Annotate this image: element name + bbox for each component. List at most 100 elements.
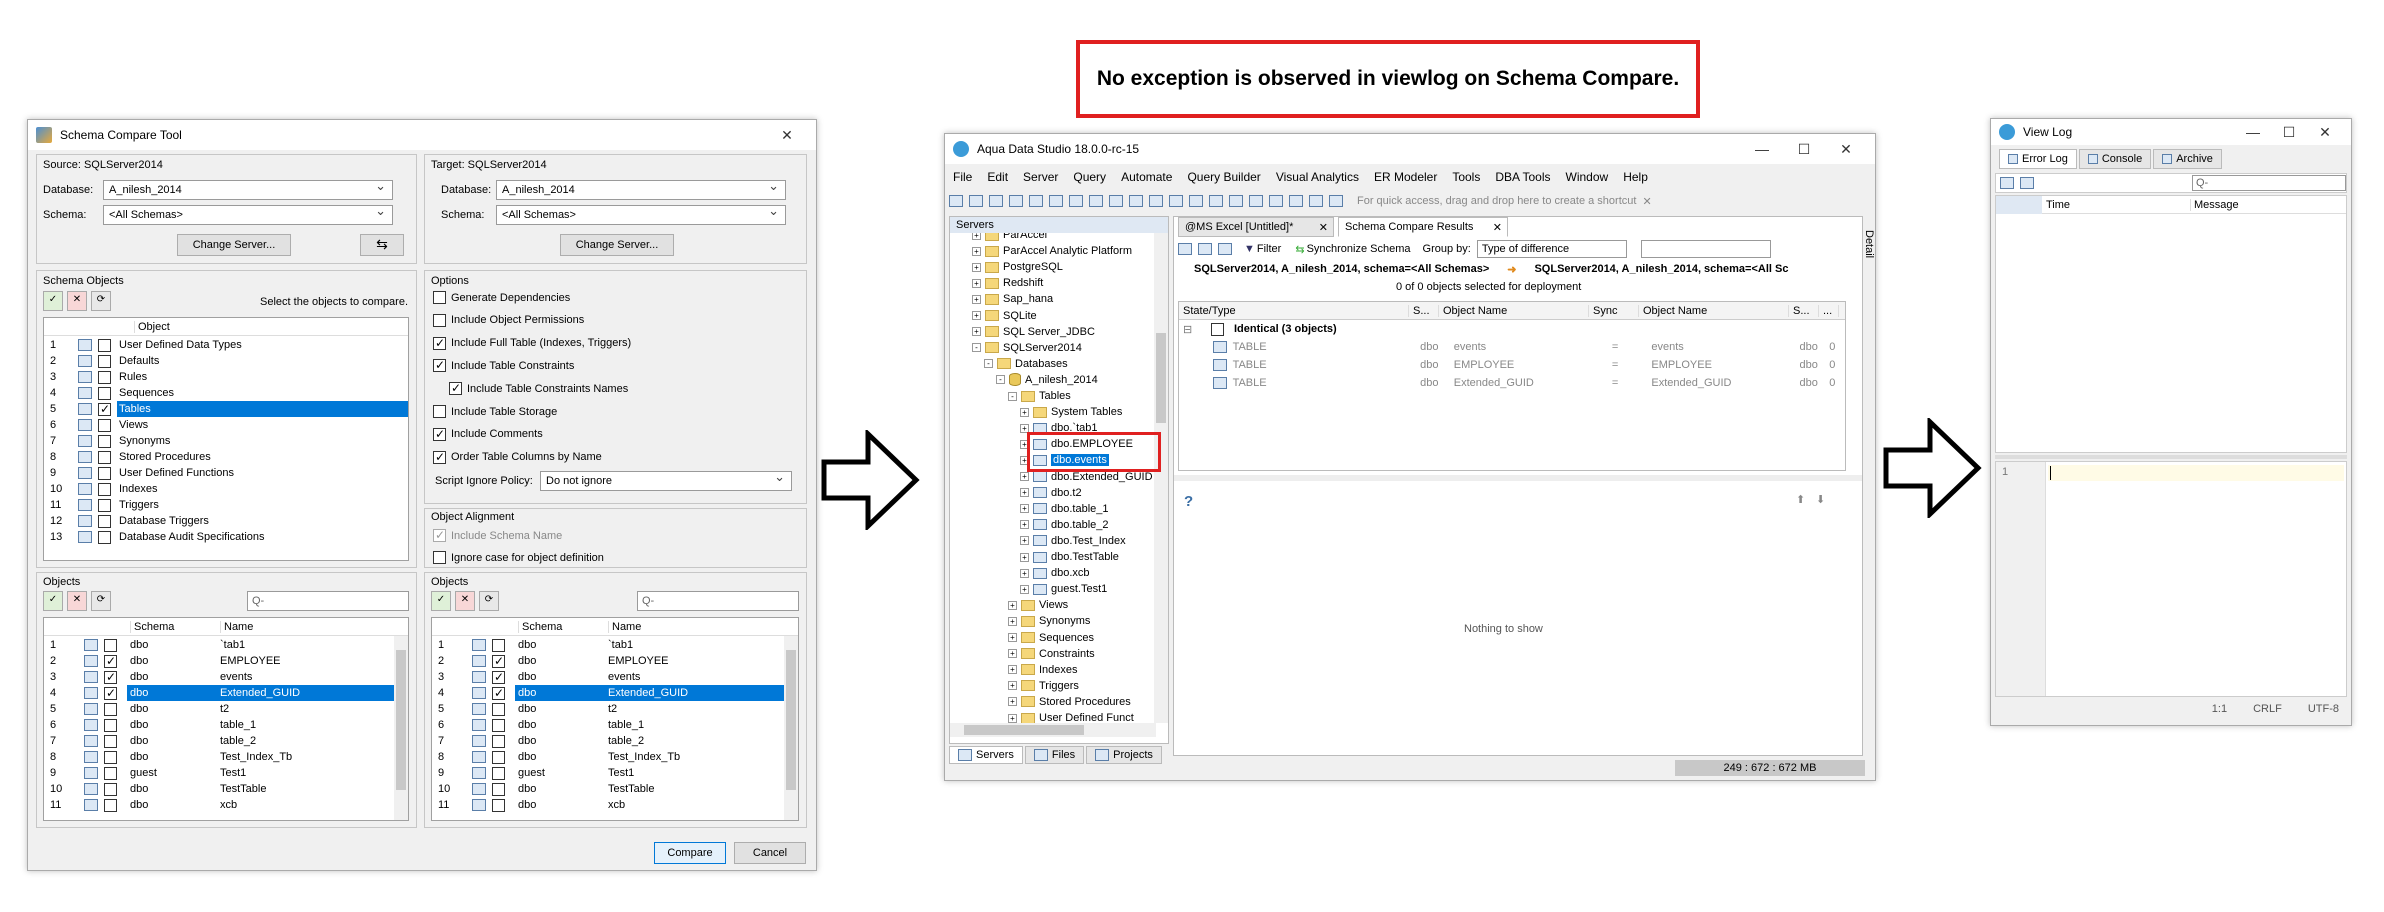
target-db-select[interactable]: A_nilesh_2014 xyxy=(496,180,786,200)
expand-icon[interactable]: + xyxy=(1020,504,1029,514)
expand-icon[interactable]: + xyxy=(1020,407,1029,417)
toolbar-icon[interactable] xyxy=(1189,195,1203,207)
object-checkbox[interactable] xyxy=(104,718,117,732)
src-object-row[interactable]: 11 dbo xcb xyxy=(44,797,394,813)
tgt-object-row[interactable]: 2 dbo EMPLOYEE xyxy=(432,653,784,669)
export-icon[interactable] xyxy=(1218,243,1232,255)
sync-icon[interactable]: ⇆ xyxy=(1295,243,1304,256)
source-change-server-button[interactable]: Change Server... xyxy=(177,234,291,256)
option-item[interactable]: Generate Dependencies xyxy=(433,291,570,304)
option-checkbox[interactable] xyxy=(433,450,446,464)
results-column[interactable]: Object Name xyxy=(1639,304,1789,317)
results-row[interactable]: TABLE dbo Extended_GUID = Extended_GUID dbo 0 xyxy=(1179,375,1845,391)
option-checkbox[interactable] xyxy=(433,358,446,373)
option-checkbox[interactable] xyxy=(433,405,446,418)
collapse-icon[interactable]: - xyxy=(996,375,1005,385)
option-item[interactable]: Order Table Columns by Name xyxy=(433,450,602,464)
tree-node[interactable]: + dbo.table_2 xyxy=(1020,517,1109,533)
doc-tab-close-icon[interactable]: ✕ xyxy=(1493,221,1502,234)
tree-node[interactable]: + Constraints xyxy=(1008,646,1095,662)
tgt-object-row[interactable]: 8 dbo Test_Index_Tb xyxy=(432,749,784,765)
bottom-tab-projects[interactable]: Projects xyxy=(1086,746,1162,764)
object-checkbox[interactable] xyxy=(98,434,111,448)
menu-dba-tools[interactable]: DBA Tools xyxy=(1495,170,1550,184)
object-checkbox[interactable] xyxy=(104,686,117,700)
expand-icon[interactable]: + xyxy=(1020,488,1029,498)
object-checkbox[interactable] xyxy=(492,670,505,684)
deselect-all-icon[interactable]: ✕ xyxy=(67,291,87,311)
object-checkbox[interactable] xyxy=(492,702,505,716)
object-checkbox[interactable] xyxy=(492,654,505,668)
cancel-button[interactable]: Cancel xyxy=(734,842,806,864)
column-message[interactable]: Message xyxy=(2190,198,2239,211)
column-object[interactable]: Object xyxy=(134,320,170,333)
tgt-column-schema[interactable]: Schema xyxy=(518,620,608,633)
filter-icon[interactable]: ▼ xyxy=(1244,243,1255,255)
toolbar-icon[interactable] xyxy=(949,195,963,207)
object-checkbox[interactable] xyxy=(492,782,505,796)
doc-tab-close-icon[interactable]: ✕ xyxy=(1319,221,1328,234)
schema-object-row[interactable]: 9 User Defined Functions xyxy=(44,465,408,481)
option-checkbox[interactable] xyxy=(433,313,446,327)
expand-icon[interactable]: + xyxy=(1008,713,1017,723)
tree-node[interactable]: + dbo.TestTable xyxy=(1020,549,1119,565)
refresh-icon[interactable]: ⟳ xyxy=(91,291,111,311)
menu-automate[interactable]: Automate xyxy=(1121,170,1172,184)
toolbar-icon[interactable] xyxy=(969,195,983,207)
src-scrollbar[interactable] xyxy=(394,636,408,820)
results-column[interactable]: Sync xyxy=(1589,304,1639,317)
option-checkbox[interactable] xyxy=(449,381,462,396)
expand-icon[interactable]: + xyxy=(972,233,981,240)
object-checkbox[interactable] xyxy=(104,638,117,652)
results-row[interactable]: TABLE dbo EMPLOYEE = EMPLOYEE dbo 0 xyxy=(1179,357,1845,373)
tree-node[interactable]: + SQLite xyxy=(972,308,1037,324)
option-item[interactable]: Include Comments xyxy=(433,427,543,441)
toolbar-icon[interactable] xyxy=(1289,195,1303,207)
tree-node[interactable]: + dbo.table_1 xyxy=(1020,501,1109,517)
src-column-schema[interactable]: Schema xyxy=(130,620,220,633)
include-schema-checkbox[interactable] xyxy=(433,528,446,542)
viewlog-search-input[interactable]: Q- xyxy=(2192,175,2346,191)
object-checkbox[interactable] xyxy=(98,354,111,368)
tgt-object-row[interactable]: 11 dbo xcb xyxy=(432,797,784,813)
toolbar-icon[interactable] xyxy=(1169,195,1183,207)
option-checkbox[interactable] xyxy=(433,427,446,441)
script-ignore-select[interactable]: Do not ignore xyxy=(540,471,792,491)
tree-node[interactable]: + guest.Test1 xyxy=(1020,581,1107,597)
tgt-object-row[interactable]: 5 dbo t2 xyxy=(432,701,784,717)
down-arrow-icon[interactable]: ⬇ xyxy=(1816,493,1825,506)
toolbar-icon[interactable] xyxy=(1309,195,1323,207)
schema-object-row[interactable]: 8 Stored Procedures xyxy=(44,449,408,465)
results-search-input[interactable] xyxy=(1640,240,1771,258)
viewlog-maximize-icon[interactable]: ☐ xyxy=(2271,124,2307,141)
tree-hscrollbar[interactable] xyxy=(950,723,1156,737)
schema-object-row[interactable]: 11 Triggers xyxy=(44,497,408,513)
toolbar-icon[interactable] xyxy=(1109,195,1123,207)
object-checkbox[interactable] xyxy=(492,686,505,700)
bottom-tab-files[interactable]: Files xyxy=(1024,746,1085,764)
results-row[interactable]: TABLE dbo events = events dbo 0 xyxy=(1179,339,1845,355)
tgt-object-row[interactable]: 7 dbo table_2 xyxy=(432,733,784,749)
ignore-case-option[interactable]: Ignore case for object definition xyxy=(433,551,604,564)
option-item[interactable]: Include Table Storage xyxy=(433,405,557,418)
toolbar-icon[interactable] xyxy=(1069,195,1083,207)
toolbar-icon[interactable] xyxy=(1209,195,1223,207)
clear-log-icon[interactable] xyxy=(2000,177,2014,189)
schema-object-row[interactable]: 7 Synonyms xyxy=(44,433,408,449)
results-column[interactable]: ... xyxy=(1819,304,1839,317)
tgt-object-row[interactable]: 4 dboExtended_GUID xyxy=(432,685,784,701)
expand-icon[interactable]: + xyxy=(1020,568,1029,578)
tgt-deselect-all-icon[interactable]: ✕ xyxy=(455,591,475,611)
src-refresh-icon[interactable]: ⟳ xyxy=(91,591,111,611)
tgt-search-input[interactable]: Q- xyxy=(637,591,799,611)
tree-node[interactable]: + Sequences xyxy=(1008,630,1094,646)
object-checkbox[interactable] xyxy=(98,386,111,400)
object-checkbox[interactable] xyxy=(104,670,117,684)
object-checkbox[interactable] xyxy=(98,450,111,464)
src-object-row[interactable]: 9 guest Test1 xyxy=(44,765,394,781)
tgt-object-row[interactable]: 10 dbo TestTable xyxy=(432,781,784,797)
tree-node[interactable]: - SQLServer2014 xyxy=(972,340,1082,356)
src-object-row[interactable]: 4 dboExtended_GUID xyxy=(44,685,394,701)
src-object-row[interactable]: 2 dbo EMPLOYEE xyxy=(44,653,394,669)
tree-node[interactable]: + dbo.Test_Index xyxy=(1020,533,1126,549)
